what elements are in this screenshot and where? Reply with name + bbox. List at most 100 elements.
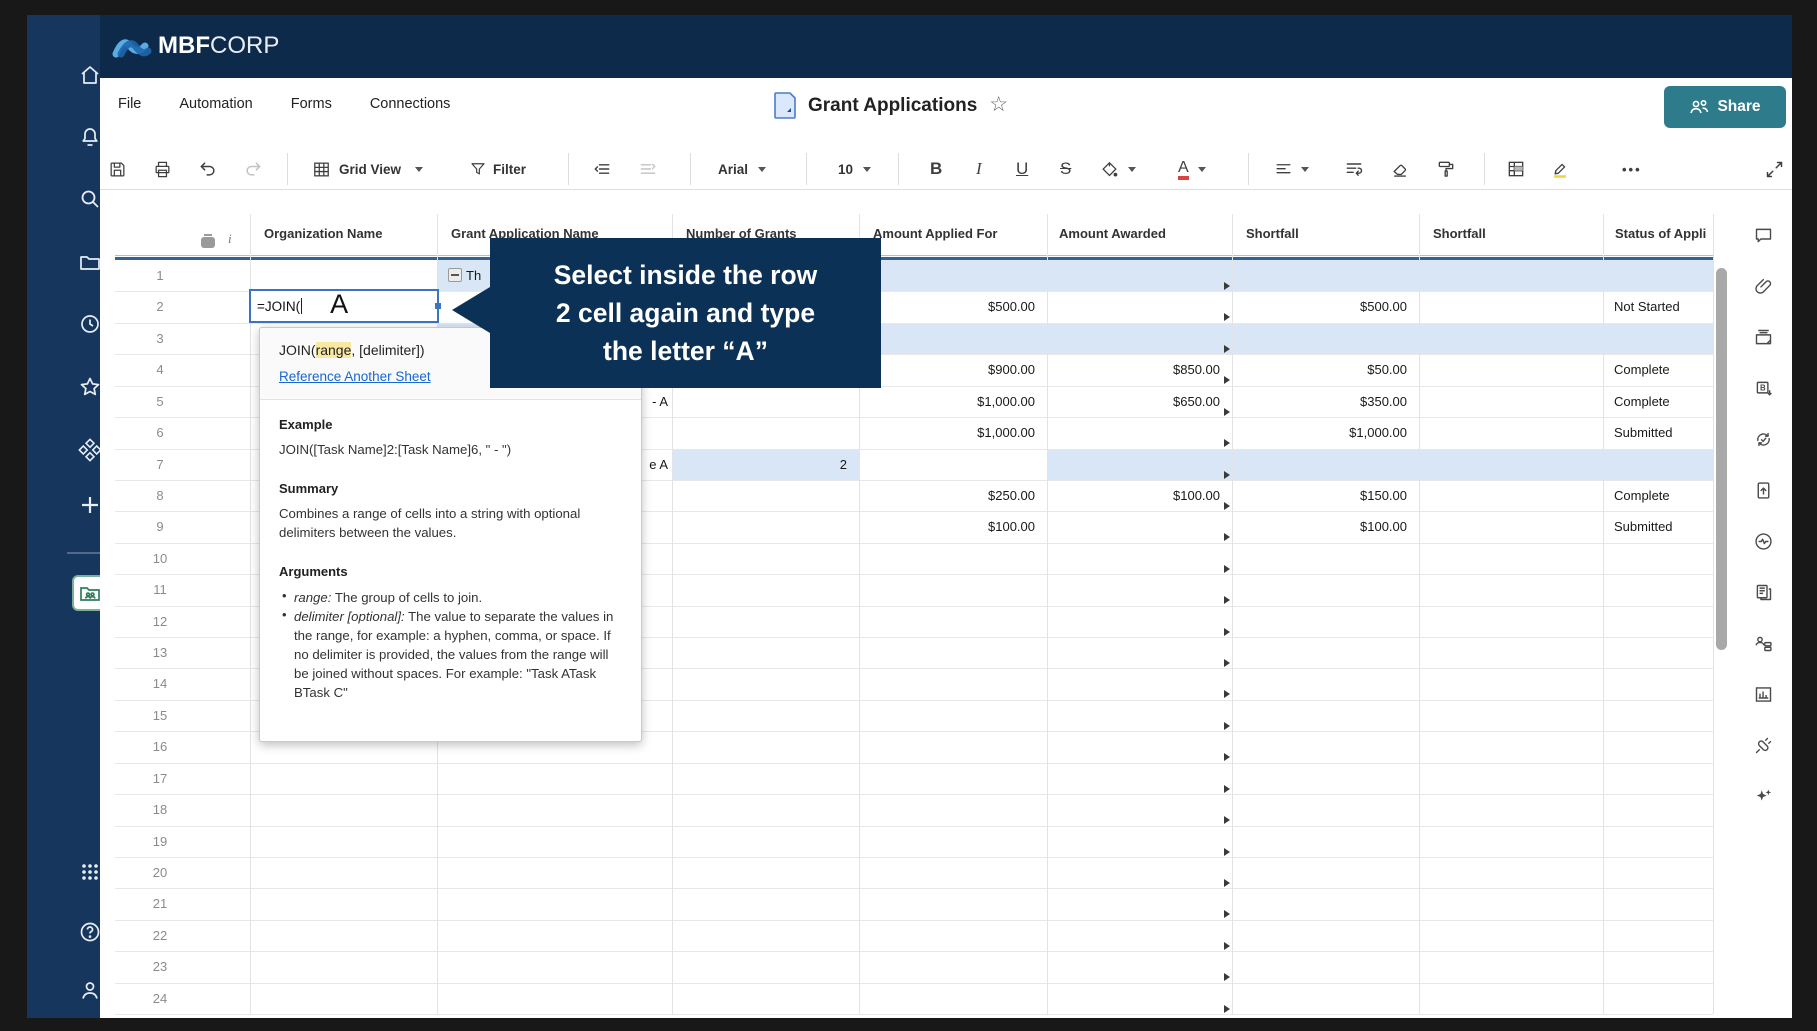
hidden-column-indicator-icon[interactable] (1224, 1004, 1230, 1013)
favorites-star-icon[interactable] (78, 375, 102, 399)
attachments-icon[interactable] (1753, 276, 1774, 297)
highlighted-row-cell[interactable] (1047, 260, 1232, 292)
search-icon[interactable] (78, 187, 102, 211)
summary-icon[interactable] (1753, 582, 1774, 603)
hidden-column-indicator-icon[interactable] (1224, 501, 1230, 510)
grid-cell[interactable]: $100.00 (1232, 519, 1419, 534)
grid-cell[interactable]: $50.00 (1232, 362, 1419, 377)
recents-clock-icon[interactable] (78, 312, 102, 336)
row-number[interactable]: 18 (115, 802, 205, 817)
redo-button[interactable] (243, 158, 263, 180)
highlighted-row-cell[interactable] (1047, 448, 1232, 480)
align-button[interactable] (1274, 158, 1309, 180)
hidden-column-indicator-icon[interactable] (1224, 816, 1230, 825)
highlighted-row-cell[interactable] (1603, 260, 1713, 292)
solutions-icon[interactable] (78, 438, 102, 462)
row-number[interactable]: 24 (115, 991, 205, 1006)
reference-another-sheet-link[interactable]: Reference Another Sheet (279, 369, 431, 384)
undo-button[interactable] (198, 158, 218, 180)
row-number[interactable]: 19 (115, 834, 205, 849)
font-size-select[interactable]: 10 (838, 158, 872, 180)
hidden-column-indicator-icon[interactable] (1224, 407, 1230, 416)
publish-icon[interactable] (1753, 480, 1774, 501)
row-number[interactable]: 3 (115, 331, 205, 346)
highlighted-row-cell[interactable] (859, 260, 1047, 292)
hidden-column-indicator-icon[interactable] (1224, 941, 1230, 950)
hidden-column-indicator-icon[interactable] (1224, 313, 1230, 322)
highlighted-row-cell[interactable] (1603, 322, 1713, 355)
collapse-row-toggle-icon[interactable] (448, 268, 462, 282)
account-person-icon[interactable] (78, 978, 102, 1002)
hidden-column-indicator-icon[interactable] (1224, 847, 1230, 856)
grid-cell[interactable]: $650.00 (1047, 394, 1232, 409)
column-header-amount-awarded[interactable]: Amount Awarded (1059, 221, 1224, 245)
row-number[interactable]: 13 (115, 645, 205, 660)
insert-table-button[interactable] (1506, 158, 1526, 180)
row-number[interactable]: 2 (115, 299, 205, 314)
row-number[interactable]: 1 (115, 268, 205, 283)
grid-cell[interactable]: Submitted (1603, 519, 1713, 534)
browse-folder-icon[interactable] (78, 250, 102, 274)
row-number[interactable]: 20 (115, 865, 205, 880)
text-color-button[interactable]: A (1178, 158, 1206, 180)
hidden-column-indicator-icon[interactable] (1224, 753, 1230, 762)
underline-button[interactable]: U (1016, 158, 1028, 180)
hidden-column-indicator-icon[interactable] (1224, 564, 1230, 573)
grid-cell[interactable]: $250.00 (859, 488, 1047, 503)
indent-button[interactable] (638, 158, 658, 180)
row-number[interactable]: 10 (115, 551, 205, 566)
column-header-organization-name[interactable]: Organization Name (264, 221, 429, 245)
conversations-icon[interactable] (1753, 225, 1774, 246)
grid-cell[interactable]: Complete (1603, 394, 1713, 409)
grid-cell[interactable]: $150.00 (1232, 488, 1419, 503)
create-plus-icon[interactable] (78, 493, 102, 517)
connections-plug-icon[interactable] (1753, 735, 1774, 756)
row-number[interactable]: 7 (115, 457, 205, 472)
hidden-column-indicator-icon[interactable] (1224, 910, 1230, 919)
cell-fill-handle[interactable] (435, 303, 441, 309)
print-button[interactable] (153, 158, 172, 180)
hidden-column-indicator-icon[interactable] (1224, 470, 1230, 479)
grid-cell[interactable]: $500.00 (859, 299, 1047, 314)
row-number[interactable]: 6 (115, 425, 205, 440)
column-header-shortfall-2[interactable]: Shortfall (1433, 221, 1593, 245)
highlighted-row-cell[interactable] (1419, 322, 1603, 355)
update-requests-icon[interactable] (1753, 429, 1774, 450)
row-number[interactable]: 5 (115, 394, 205, 409)
row-number[interactable]: 11 (115, 582, 205, 597)
hidden-column-indicator-icon[interactable] (1224, 659, 1230, 667)
menu-automation[interactable]: Automation (179, 96, 252, 112)
row-number[interactable]: 12 (115, 614, 205, 629)
highlighted-row-cell[interactable] (1232, 322, 1419, 355)
hidden-column-indicator-icon[interactable] (1224, 344, 1230, 353)
highlighted-row-cell[interactable] (1603, 448, 1713, 480)
grid-cell[interactable]: Complete (1603, 362, 1713, 377)
grid-cell[interactable]: $900.00 (859, 362, 1047, 377)
view-selector[interactable]: Grid View (312, 158, 424, 180)
highlighted-row-cell[interactable] (859, 322, 1047, 355)
hidden-column-indicator-icon[interactable] (1224, 439, 1230, 448)
home-icon[interactable] (78, 63, 102, 87)
hidden-column-indicator-icon[interactable] (1224, 721, 1230, 730)
row-number[interactable]: 14 (115, 676, 205, 691)
formula-edit-cell[interactable]: =JOIN( A (249, 289, 441, 323)
highlighted-row-cell[interactable] (1232, 260, 1419, 292)
grid-cell[interactable]: $850.00 (1047, 362, 1232, 377)
row-number[interactable]: 9 (115, 519, 205, 534)
column-header-shortfall-1[interactable]: Shortfall (1246, 221, 1411, 245)
activity-log-icon[interactable] (1753, 531, 1774, 552)
clear-format-eraser-button[interactable] (1390, 158, 1410, 180)
row-number[interactable]: 8 (115, 488, 205, 503)
ai-sparkles-icon[interactable] (1753, 786, 1774, 807)
row-number[interactable]: 4 (115, 362, 205, 377)
hidden-column-indicator-icon[interactable] (1224, 282, 1230, 290)
highlighted-row-cell[interactable] (1232, 448, 1419, 480)
grid-cell[interactable]: Not Started (1603, 299, 1713, 314)
strikethrough-button[interactable]: S (1060, 158, 1071, 180)
hidden-column-indicator-icon[interactable] (1224, 627, 1230, 636)
hidden-column-indicator-icon[interactable] (1224, 878, 1230, 887)
app-launcher-icon[interactable] (78, 860, 102, 884)
menu-connections[interactable]: Connections (370, 96, 451, 112)
grid-cell[interactable]: $500.00 (1232, 299, 1419, 314)
save-button[interactable] (108, 158, 127, 180)
